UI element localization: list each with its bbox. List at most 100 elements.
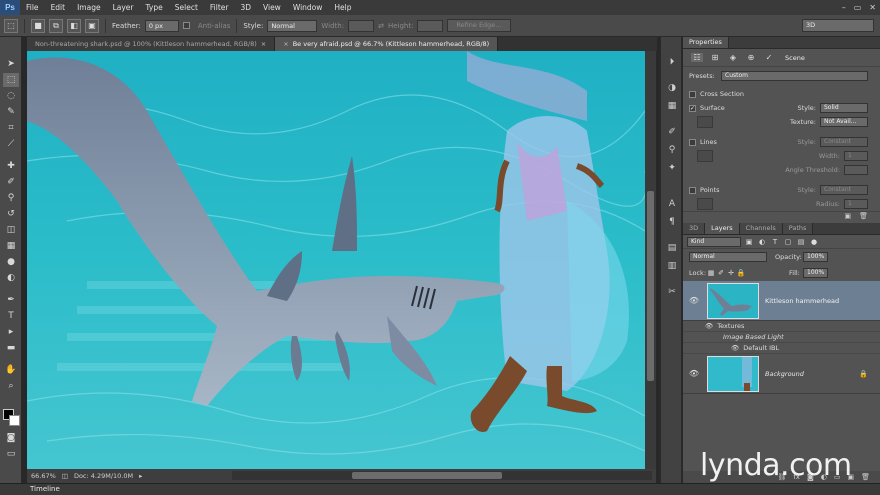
marquee-preset-icon[interactable]: ⬚ [4, 18, 18, 33]
tab-be-very-afraid[interactable]: × Be very afraid.psd @ 66.7% (Kittleson … [275, 37, 499, 51]
new-selection-icon[interactable]: ■ [31, 18, 45, 33]
height-input[interactable] [417, 19, 444, 32]
blur-tool-icon[interactable]: ● [3, 255, 19, 269]
history-icon[interactable]: ⏵ [665, 55, 679, 69]
vertical-scrollbar[interactable] [645, 51, 656, 469]
crop-tool-icon[interactable]: ⌗ [3, 121, 19, 135]
intersect-selection-icon[interactable]: ▣ [85, 18, 99, 33]
filter-toggle-icon[interactable]: ● [809, 237, 819, 247]
visibility-eye-icon[interactable]: 👁 [687, 369, 701, 378]
sublayer-ibl[interactable]: Image Based Light [683, 332, 880, 343]
add-selection-icon[interactable]: ⧉ [49, 18, 63, 33]
quick-select-tool-icon[interactable]: ✎ [3, 105, 19, 119]
tab-non-threatening-shark[interactable]: Non-threatening shark.psd @ 100% (Kittle… [27, 37, 276, 51]
marquee-tool-icon[interactable]: ⬚ [3, 73, 19, 87]
points-color-swatch[interactable] [697, 198, 713, 210]
tab-paths[interactable]: Paths [782, 223, 814, 234]
menu-select[interactable]: Select [169, 0, 204, 15]
points-radius-input[interactable]: 1 [844, 199, 868, 209]
brush-icon[interactable]: ✐ [665, 125, 679, 139]
menu-file[interactable]: File [20, 0, 45, 15]
new-item-icon[interactable]: ▣ [844, 212, 851, 221]
background-color-swatch[interactable] [9, 415, 20, 426]
subtract-selection-icon[interactable]: ◧ [67, 18, 81, 33]
trash-icon[interactable]: 🗑 [861, 473, 870, 481]
notes-icon[interactable]: ▥ [665, 259, 679, 273]
lasso-tool-icon[interactable]: ◌ [3, 89, 19, 103]
menu-type[interactable]: Type [140, 0, 169, 15]
quick-mask-icon[interactable]: ◙ [3, 431, 19, 445]
workspace-select[interactable]: 3D [802, 19, 874, 32]
opacity-input[interactable]: 100% [803, 252, 829, 262]
pen-tool-icon[interactable]: ✒ [3, 293, 19, 307]
blend-mode-select[interactable]: Normal [689, 252, 767, 262]
scroll-thumb[interactable] [352, 472, 502, 479]
width-input[interactable] [348, 19, 375, 32]
filter-pixel-icon[interactable]: ▣ [744, 237, 754, 247]
presets-select[interactable]: Custom [721, 71, 868, 81]
menu-3d[interactable]: 3D [234, 0, 257, 15]
character-icon[interactable]: A [665, 197, 679, 211]
surface-style-select[interactable]: Solid [820, 103, 868, 113]
menu-layer[interactable]: Layer [107, 0, 140, 15]
style-select[interactable]: Normal [267, 19, 318, 32]
shape-tool-icon[interactable]: ▬ [3, 341, 19, 355]
points-checkbox[interactable] [689, 186, 696, 194]
menu-filter[interactable]: Filter [204, 0, 235, 15]
visibility-eye-icon[interactable]: 👁 [687, 296, 701, 305]
gradient-tool-icon[interactable]: ▦ [3, 239, 19, 253]
color-icon[interactable]: ◑ [665, 81, 679, 95]
move-tool-icon[interactable]: ➤ [3, 57, 19, 71]
timeline-tab[interactable]: Timeline [30, 485, 60, 493]
swatches-icon[interactable]: ▦ [665, 99, 679, 113]
document-canvas[interactable] [27, 51, 645, 469]
close-icon[interactable]: × [261, 37, 266, 51]
lines-width-input[interactable]: 1 [844, 151, 868, 161]
lock-pixels-icon[interactable]: ✐ [716, 268, 726, 278]
tab-layers[interactable]: Layers [705, 223, 740, 234]
clone-stamp-tool-icon[interactable]: ⚲ [3, 191, 19, 205]
feather-input[interactable]: 0 px [144, 19, 179, 32]
filter-shape-icon[interactable]: ▢ [783, 237, 793, 247]
texture-select[interactable]: Not Avail... [820, 117, 868, 127]
trash-icon[interactable]: 🗑 [859, 212, 868, 221]
type-tool-icon[interactable]: T [3, 309, 19, 323]
paragraph-icon[interactable]: ¶ [665, 215, 679, 229]
antialias-checkbox[interactable] [182, 22, 190, 29]
fill-input[interactable]: 100% [803, 268, 829, 278]
menu-window[interactable]: Window [287, 0, 329, 15]
lines-style-select[interactable]: Constant [820, 137, 868, 147]
hand-tool-icon[interactable]: ✋ [3, 363, 19, 377]
tab-3d[interactable]: 3D [683, 223, 706, 234]
sublayer-default-ibl[interactable]: 👁 Default IBL [683, 343, 880, 354]
filter-kind-select[interactable]: Kind [687, 236, 741, 247]
styles-icon[interactable]: ✦ [665, 161, 679, 175]
material-mode-icon[interactable]: ◈ [727, 53, 739, 62]
close-icon[interactable]: × [283, 37, 288, 51]
close-icon[interactable]: ✕ [869, 3, 876, 12]
layer-background[interactable]: 👁 Background 🔒 [683, 354, 880, 394]
dodge-tool-icon[interactable]: ◐ [3, 271, 19, 285]
screen-mode-icon[interactable]: ▭ [3, 447, 19, 461]
menu-view[interactable]: View [257, 0, 287, 15]
filter-adjustment-icon[interactable]: ◐ [757, 237, 767, 247]
points-style-select[interactable]: Constant [820, 185, 868, 195]
healing-brush-tool-icon[interactable]: ✚ [3, 159, 19, 173]
lock-transparency-icon[interactable]: ▦ [706, 268, 716, 278]
menu-help[interactable]: Help [328, 0, 357, 15]
history-brush-tool-icon[interactable]: ↺ [3, 207, 19, 221]
light-mode-icon[interactable]: ✓ [763, 53, 775, 62]
zoom-level[interactable]: 66.67% [31, 472, 56, 480]
clone-source-icon[interactable]: ⚲ [665, 143, 679, 157]
lines-checkbox[interactable] [689, 138, 696, 146]
status-arrow-icon[interactable]: ▸ [139, 472, 142, 480]
brush-tool-icon[interactable]: ✐ [3, 175, 19, 189]
tab-channels[interactable]: Channels [739, 223, 783, 234]
tools-presets-icon[interactable]: ✂ [665, 285, 679, 299]
lines-color-swatch[interactable] [697, 150, 713, 162]
maximize-icon[interactable]: ▭ [854, 3, 862, 12]
swap-icon[interactable]: ⇄ [378, 22, 384, 30]
sublayer-textures[interactable]: 👁 Textures [683, 321, 880, 332]
zoom-tool-icon[interactable]: ⌕ [3, 379, 19, 393]
minimize-icon[interactable]: – [842, 3, 846, 12]
